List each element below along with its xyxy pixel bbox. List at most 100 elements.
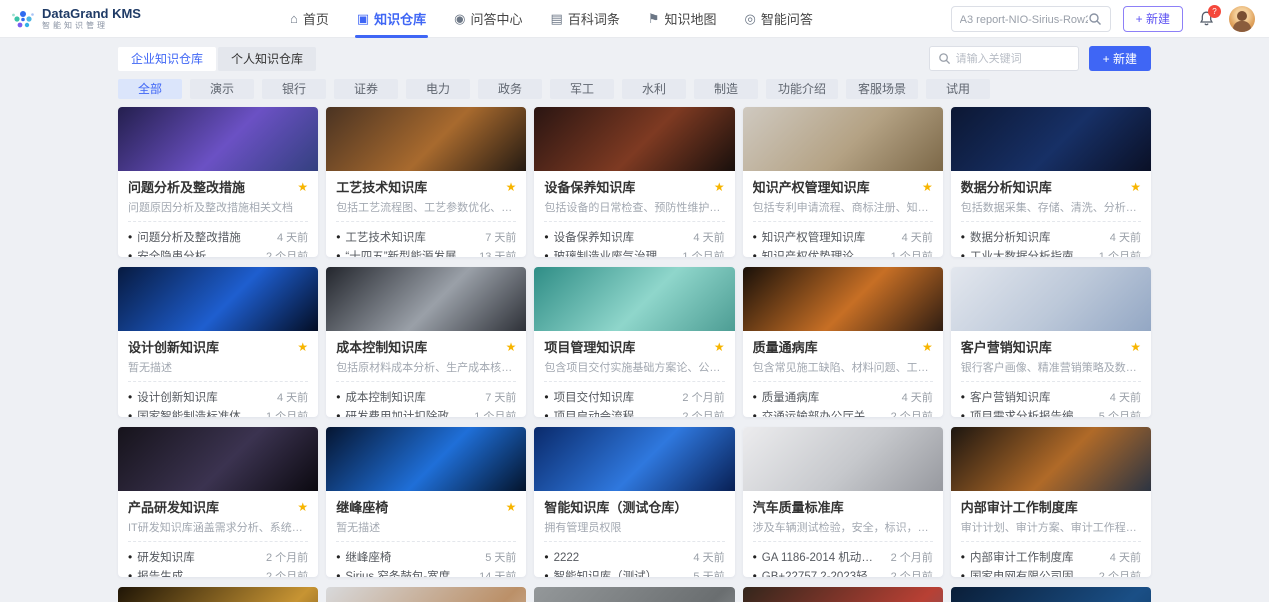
favorite-star-icon[interactable]: ★ (714, 340, 725, 354)
filter-pill[interactable]: 银行 (262, 79, 326, 99)
card-doc-row[interactable]: 智能知识库（测试） 5 天前 (544, 566, 724, 577)
user-avatar[interactable] (1229, 6, 1255, 32)
nav-item-kb[interactable]: ▣ 知识仓库 (343, 0, 440, 38)
header-new-button[interactable]: + 新建 (1123, 6, 1183, 32)
card-doc-row[interactable]: “十四五”新型能源发展实施方案 13 天前 (336, 246, 516, 257)
card-doc-row[interactable]: GB+22757.2-2023轻型汽车能源... 2 个月前 (753, 566, 933, 577)
favorite-star-icon[interactable]: ★ (297, 180, 308, 194)
nav-item-qa[interactable]: ◉ 问答中心 (440, 0, 536, 38)
card-doc-row[interactable]: 工艺技术知识库 7 天前 (336, 227, 516, 246)
workspace-tab[interactable]: 个人知识仓库 (218, 47, 316, 71)
card-doc-row[interactable]: 成本控制知识库 7 天前 (336, 387, 516, 406)
card-cover-image (743, 267, 943, 331)
card-doc-row[interactable]: 客户营销知识库 4 天前 (961, 387, 1141, 406)
card-doc-row[interactable]: 2222 4 天前 (544, 547, 724, 566)
card-doc-row[interactable]: 质量通病库 4 天前 (753, 387, 933, 406)
filter-pill[interactable]: 电力 (406, 79, 470, 99)
workspace-tabs: 企业知识仓库个人知识仓库 (118, 47, 316, 71)
card-doc-row[interactable]: 知识产权管理知识库 4 天前 (753, 227, 933, 246)
knowledge-card[interactable]: 设计创新知识库 ★ 暂无描述 设计创新知识库 4 天前 国家智能制造标准体系建设… (118, 267, 318, 417)
knowledge-card[interactable]: 问题分析及整改措施 ★ 问题原因分析及整改措施相关文档 问题分析及整改措施 4 … (118, 107, 318, 257)
doc-name: 设计创新知识库 (128, 389, 269, 405)
favorite-star-icon[interactable]: ★ (1130, 340, 1141, 354)
doc-time: 2 个月前 (266, 568, 308, 578)
card-doc-row[interactable]: Sirius 窄条鼓包-宽度不均匀 14 天前 (336, 566, 516, 577)
card-doc-row[interactable]: 研发费用加计扣除政策执行指引... 1 个月前 (336, 406, 516, 417)
knowledge-card-partial[interactable] (743, 587, 943, 602)
card-doc-row[interactable]: 内部审计工作制度库 4 天前 (961, 547, 1141, 566)
knowledge-card[interactable]: 知识产权管理知识库 ★ 包括专利申请流程、商标注册、知识产权保护策... 知识产… (743, 107, 943, 257)
keyword-search-input[interactable] (956, 53, 1070, 65)
filter-pill[interactable]: 军工 (550, 79, 614, 99)
card-doc-row[interactable]: 交通运输部办公厅关于2016年下... 2 个月前 (753, 406, 933, 417)
knowledge-card[interactable]: 客户营销知识库 ★ 银行客户画像、精准营销策略及数字化渠道管理... 客户营销知… (951, 267, 1151, 417)
filter-pill[interactable]: 客服场景 (846, 79, 918, 99)
knowledge-card-partial[interactable]: SAFE (534, 587, 734, 602)
doc-name: 知识产权优势理论 (753, 248, 883, 258)
search-icon[interactable] (1088, 12, 1102, 26)
header-search-input[interactable] (960, 13, 1088, 25)
card-doc-row[interactable]: 工业大数据分析指南 1 个月前 (961, 246, 1141, 257)
nav-item-wiki[interactable]: ▤ 百科词条 (537, 0, 634, 38)
card-doc-row[interactable]: 报告生成 2 个月前 (128, 566, 308, 577)
card-doc-row[interactable]: GA 1186-2014 机动车安全技术... 2 个月前 (753, 547, 933, 566)
notification-bell[interactable]: ? (1195, 8, 1217, 30)
card-doc-row[interactable]: 项目交付知识库 2 个月前 (544, 387, 724, 406)
filter-pill[interactable]: 制造 (694, 79, 758, 99)
favorite-star-icon[interactable]: ★ (506, 500, 517, 514)
knowledge-card[interactable]: 内部审计工作制度库 ★ 审计计划、审计方案、审计工作程序、审计质量 内部审计工作… (951, 427, 1151, 577)
doc-name: 2222 (544, 550, 685, 564)
nav-item-map[interactable]: ⚑ 知识地图 (634, 0, 731, 38)
card-description: 涉及车辆测试检验，安全，标识，车辆零部件，... (753, 519, 933, 542)
filter-pill[interactable]: 全部 (118, 79, 182, 99)
card-doc-row[interactable]: 设备保养知识库 4 天前 (544, 227, 724, 246)
favorite-star-icon[interactable]: ★ (297, 500, 308, 514)
app-subtitle: 智能知识管理 (42, 21, 141, 31)
knowledge-card[interactable]: 项目管理知识库 ★ 包含项目交付实施基础方案论、公司成本、进度... 项目交付知… (534, 267, 734, 417)
card-description: 问题原因分析及整改措施相关文档 (128, 199, 308, 222)
knowledge-card-partial[interactable] (326, 587, 526, 602)
card-doc-row[interactable]: 国家电网有限公司固定资产管理... 2 个月前 (961, 566, 1141, 577)
filter-pill[interactable]: 证券 (334, 79, 398, 99)
knowledge-card[interactable]: 汽车质量标准库 ★ 涉及车辆测试检验，安全，标识，车辆零部件，... GA 11… (743, 427, 943, 577)
knowledge-card-partial[interactable] (951, 587, 1151, 602)
favorite-star-icon[interactable]: ★ (506, 340, 517, 354)
knowledge-card[interactable]: 继峰座椅 ★ 暂无描述 继峰座椅 5 天前 Sirius 窄条鼓包-宽度不均匀 … (326, 427, 526, 577)
knowledge-card[interactable]: 智能知识库（测试仓库） ★ 拥有管理员权限 2222 4 天前 智能知识库（测试… (534, 427, 734, 577)
favorite-star-icon[interactable]: ★ (714, 180, 725, 194)
favorite-star-icon[interactable]: ★ (922, 340, 933, 354)
filter-pill[interactable]: 水利 (622, 79, 686, 99)
filter-pill[interactable]: 功能介绍 (766, 79, 838, 99)
knowledge-card[interactable]: 质量通病库 ★ 包含常见施工缺陷、材料问题、工艺疏漏及整改... 质量通病库 4… (743, 267, 943, 417)
card-doc-row[interactable]: 项目启动会流程 2 个月前 (544, 406, 724, 417)
card-doc-row[interactable]: 项目需求分析报告编制提纲 5 个月前 (961, 406, 1141, 417)
favorite-star-icon[interactable]: ★ (922, 180, 933, 194)
knowledge-card[interactable]: 数据分析知识库 ★ 包括数据采集、存储、清洗、分析和可视化等内... 数据分析知… (951, 107, 1151, 257)
filter-pill[interactable]: 政务 (478, 79, 542, 99)
app-logo[interactable]: DataGrand KMS 智能知识管理 (10, 6, 141, 32)
filter-pill[interactable]: 演示 (190, 79, 254, 99)
card-doc-row[interactable]: 继峰座椅 5 天前 (336, 547, 516, 566)
card-doc-row[interactable]: 问题分析及整改措施 4 天前 (128, 227, 308, 246)
workspace-tab[interactable]: 企业知识仓库 (118, 47, 216, 71)
knowledge-card[interactable]: 工艺技术知识库 ★ 包括工艺流程图、工艺参数优化、新材料应用、... 工艺技术知… (326, 107, 526, 257)
card-doc-row[interactable]: 玻璃制造业废气治理工程技术规... 1 个月前 (544, 246, 724, 257)
nav-item-home[interactable]: ⌂ 首页 (276, 0, 343, 38)
card-doc-row[interactable]: 国家智能制造标准体系建设指南 1 个月前 (128, 406, 308, 417)
knowledge-card[interactable]: 成本控制知识库 ★ 包括原材料成本分析、生产成本核算、成本优化... 成本控制知… (326, 267, 526, 417)
knowledge-card[interactable]: 设备保养知识库 ★ 包括设备的日常检查、预防性维护计划、故障诊... 设备保养知… (534, 107, 734, 257)
knowledge-card[interactable]: 产品研发知识库 ★ IT研发知识库涵盖需求分析、系统设计、编码规... 研发知识… (118, 427, 318, 577)
nav-item-smart-qa[interactable]: ◎ 智能问答 (731, 0, 827, 38)
workspace-new-button[interactable]: + 新建 (1089, 46, 1151, 71)
favorite-star-icon[interactable]: ★ (506, 180, 517, 194)
knowledge-card-partial[interactable] (118, 587, 318, 602)
card-doc-row[interactable]: 研发知识库 2 个月前 (128, 547, 308, 566)
card-doc-row[interactable]: 数据分析知识库 4 天前 (961, 227, 1141, 246)
doc-time: 7 天前 (485, 389, 516, 405)
filter-pill[interactable]: 试用 (926, 79, 990, 99)
favorite-star-icon[interactable]: ★ (1130, 180, 1141, 194)
card-doc-row[interactable]: 知识产权优势理论 1 个月前 (753, 246, 933, 257)
card-doc-row[interactable]: 设计创新知识库 4 天前 (128, 387, 308, 406)
favorite-star-icon[interactable]: ★ (297, 340, 308, 354)
card-doc-row[interactable]: 安全隐患分析 2 个月前 (128, 246, 308, 257)
